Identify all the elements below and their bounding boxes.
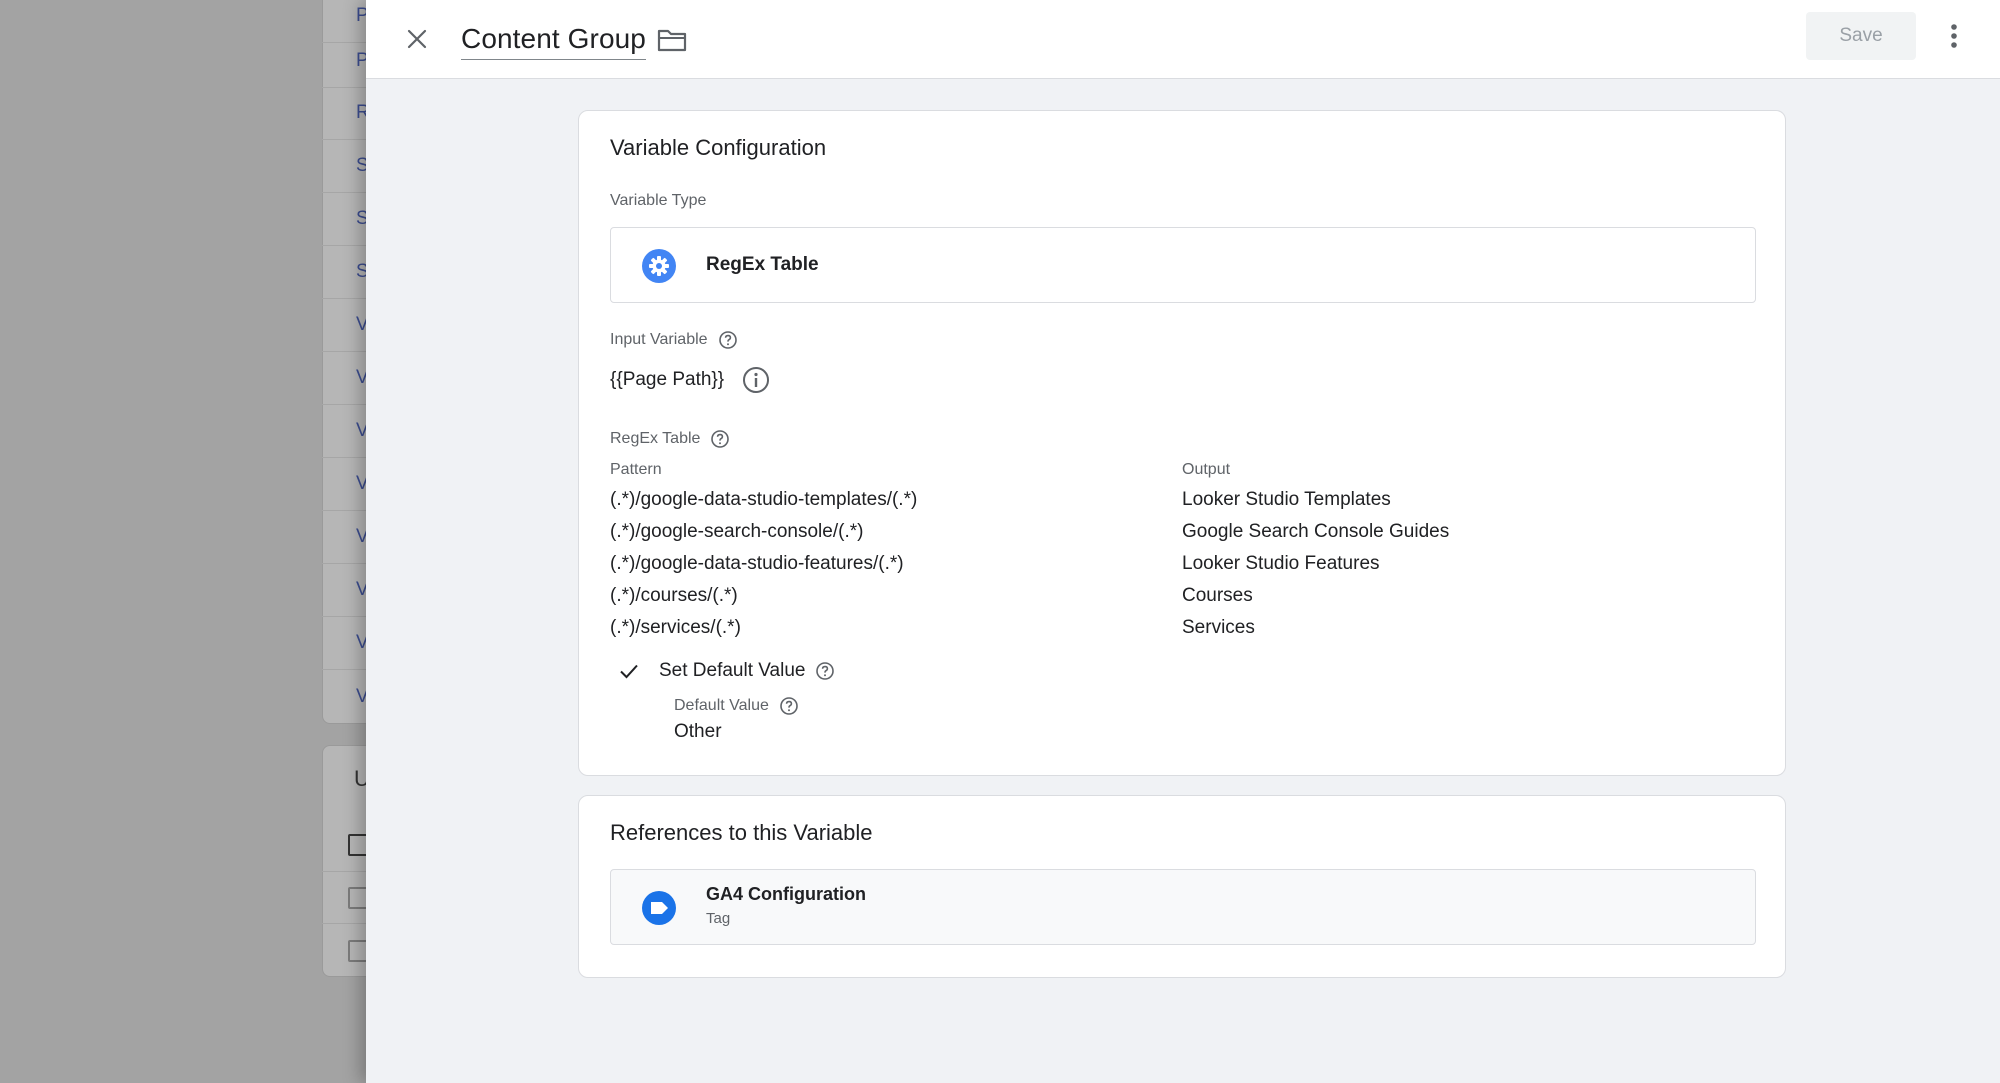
more-vert-icon: [1951, 24, 1957, 48]
close-icon: [407, 29, 427, 49]
variable-type-selector[interactable]: RegEx Table: [610, 227, 1756, 303]
help-icon[interactable]: [815, 661, 835, 681]
folder-icon: [657, 29, 687, 52]
regex-pattern: (.*)/google-search-console/(.*): [610, 521, 864, 542]
variable-editor-drawer: Content Group Save Variable Configuratio…: [366, 0, 2000, 1083]
input-variable-value: {{Page Path}}: [610, 366, 770, 394]
tag-icon: [642, 891, 676, 925]
page-title: Content Group: [461, 22, 646, 54]
regex-pattern: (.*)/services/(.*): [610, 617, 741, 638]
regex-output: Courses: [1182, 585, 1253, 606]
variable-configuration-card: Variable Configuration Variable Type Reg…: [578, 110, 1786, 776]
regex-pattern: (.*)/google-data-studio-templates/(.*): [610, 489, 918, 510]
regex-pattern: (.*)/google-data-studio-features/(.*): [610, 553, 904, 574]
variable-type-label: Variable Type: [610, 192, 707, 209]
regex-output: Looker Studio Features: [1182, 553, 1380, 574]
regex-pattern: (.*)/courses/(.*): [610, 585, 738, 606]
folder-button[interactable]: [652, 20, 692, 60]
regex-output: Services: [1182, 617, 1255, 638]
references-card: References to this Variable GA4 Configur…: [578, 795, 1786, 978]
default-value-label: Default Value: [674, 696, 799, 716]
card-title: Variable Configuration: [610, 135, 827, 160]
help-icon[interactable]: [779, 696, 799, 716]
more-options-button[interactable]: [1934, 16, 1974, 56]
check-icon: [620, 664, 638, 679]
regex-table-label: RegEx Table: [610, 429, 730, 449]
variable-type-name: RegEx Table: [706, 254, 819, 275]
regex-output: Google Search Console Guides: [1182, 521, 1450, 542]
gear-icon: [642, 249, 676, 283]
help-icon[interactable]: [718, 330, 738, 350]
drawer-header: Content Group Save: [366, 0, 2000, 79]
regex-output: Looker Studio Templates: [1182, 489, 1391, 510]
reference-name: GA4 Configuration: [706, 884, 866, 904]
input-variable-label: Input Variable: [610, 330, 738, 350]
title-field[interactable]: Content Group: [461, 18, 646, 60]
output-column-header: Output: [1182, 461, 1231, 478]
pattern-column-header: Pattern: [610, 461, 662, 478]
save-button[interactable]: Save: [1806, 12, 1916, 60]
info-icon[interactable]: [742, 366, 770, 394]
card-title: References to this Variable: [610, 820, 873, 845]
reference-type: Tag: [706, 910, 731, 927]
help-icon[interactable]: [710, 429, 730, 449]
reference-item[interactable]: GA4 Configuration Tag: [610, 869, 1756, 945]
set-default-value-option: Set Default Value: [617, 659, 835, 683]
default-value: Other: [674, 721, 722, 742]
close-button[interactable]: [396, 18, 438, 60]
